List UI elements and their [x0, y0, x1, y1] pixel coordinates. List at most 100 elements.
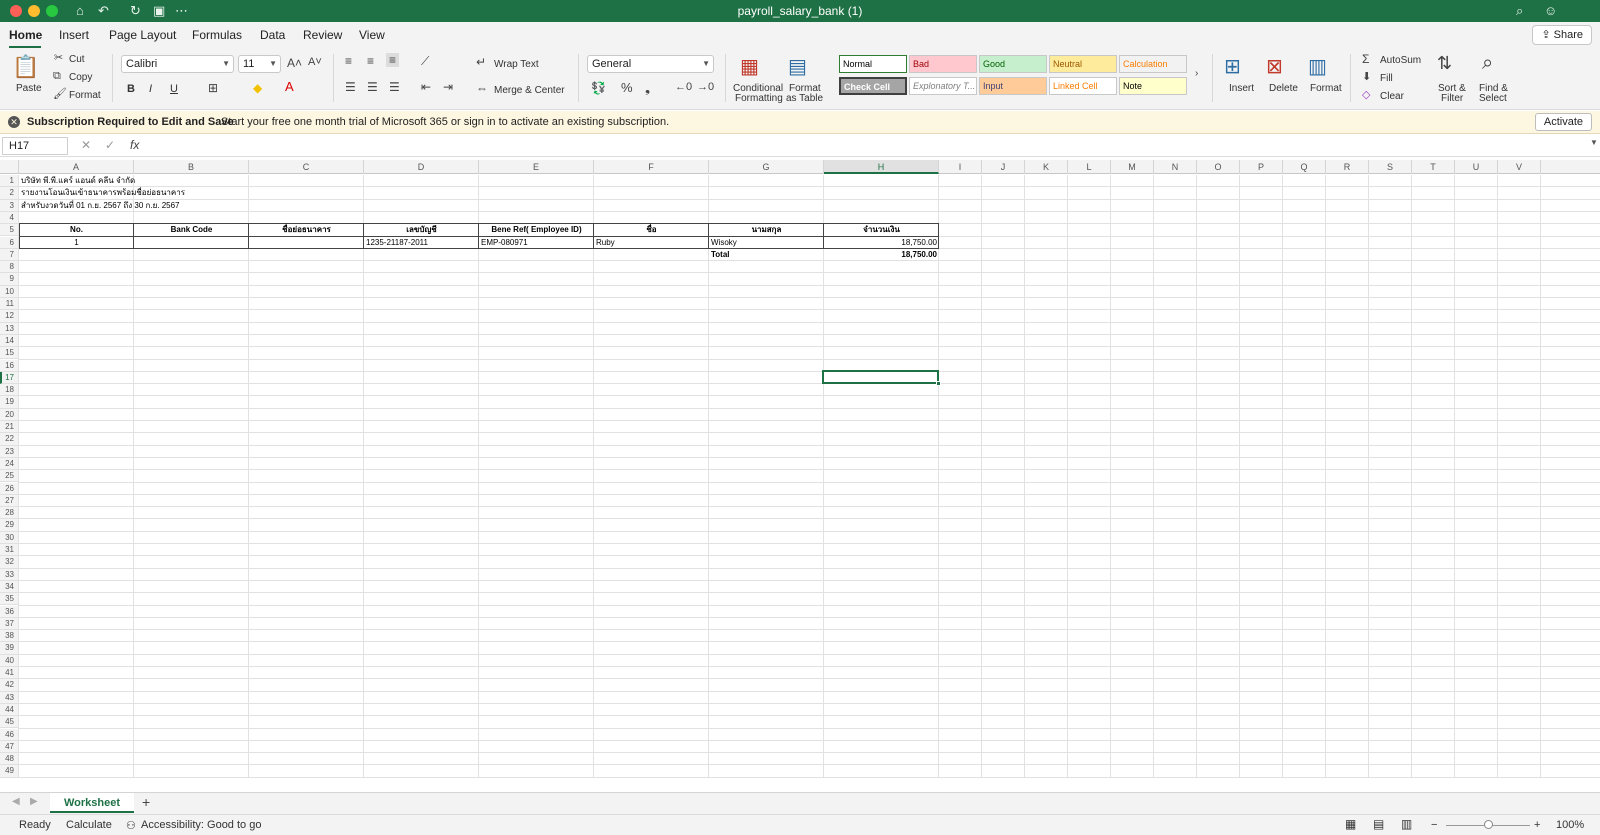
autosum-button[interactable]: AutoSum	[1380, 55, 1421, 66]
cell-style-note[interactable]: Note	[1119, 77, 1187, 95]
cell-style-input[interactable]: Input	[979, 77, 1047, 95]
decrease-indent-icon[interactable]: ⇤	[421, 80, 431, 94]
conditional-formatting-icon[interactable]: ▦	[740, 54, 759, 79]
select-all-corner[interactable]	[0, 160, 19, 174]
number-format-dropdown[interactable]: General ▼	[587, 55, 714, 73]
sort-filter-icon[interactable]: ⇅	[1437, 53, 1452, 74]
underline-button[interactable]: U	[170, 83, 178, 95]
zoom-slider-knob[interactable]	[1484, 820, 1493, 829]
column-header-a[interactable]: A	[19, 160, 134, 174]
column-header-j[interactable]: J	[982, 160, 1025, 174]
column-header-s[interactable]: S	[1369, 160, 1412, 174]
merge-center-button[interactable]: Merge & Center	[494, 85, 565, 96]
row-header-8[interactable]: 8	[0, 261, 18, 274]
row-header-10[interactable]: 10	[0, 285, 18, 298]
row-header-43[interactable]: 43	[0, 691, 18, 704]
row-header-49[interactable]: 49	[0, 765, 18, 778]
table-data-cell[interactable]: 1	[19, 237, 134, 249]
table-header-cell[interactable]: เลขบัญชี	[364, 224, 479, 236]
normal-view-icon[interactable]: ▦	[1345, 817, 1356, 831]
table-data-cell[interactable]: 1235-21187-2011	[364, 237, 479, 249]
row-header-25[interactable]: 25	[0, 470, 18, 483]
column-header-l[interactable]: L	[1068, 160, 1111, 174]
page-break-view-icon[interactable]: ▥	[1401, 817, 1412, 831]
row-header-20[interactable]: 20	[0, 408, 18, 421]
find-select-icon[interactable]: ⌕	[1482, 52, 1493, 75]
sheet-tab-worksheet[interactable]: Worksheet	[50, 793, 135, 813]
insert-cells-button[interactable]: Insert	[1229, 83, 1254, 94]
borders-icon[interactable]: ⊞	[208, 81, 218, 95]
align-bottom-icon[interactable]: ≡	[386, 53, 400, 67]
font-size-dropdown[interactable]: 11 ▼	[238, 55, 281, 73]
align-center-icon[interactable]: ☰	[367, 80, 378, 94]
cell-report-title[interactable]: รายงานโอนเงินเข้าธนาคารพร้อมชื่อย่อธนาคา…	[19, 187, 479, 199]
wrap-text-button[interactable]: Wrap Text	[494, 59, 539, 70]
column-header-c[interactable]: C	[249, 160, 364, 174]
delete-cells-icon[interactable]: ⊠	[1266, 54, 1283, 79]
table-header-cell[interactable]: ชื่อย่อธนาคาร	[249, 224, 364, 236]
bold-button[interactable]: B	[127, 83, 135, 95]
row-header-47[interactable]: 47	[0, 740, 18, 754]
format-painter-icon[interactable]: 🖌	[53, 87, 67, 100]
calculate-button[interactable]: Calculate	[66, 819, 112, 831]
tab-page-layout[interactable]: Page Layout	[109, 28, 176, 42]
column-header-k[interactable]: K	[1025, 160, 1068, 174]
tab-view[interactable]: View	[359, 28, 385, 42]
row-header-7[interactable]: 7	[0, 248, 18, 262]
row-header-39[interactable]: 39	[0, 642, 18, 655]
column-header-f[interactable]: F	[594, 160, 709, 174]
cell-style-good[interactable]: Good	[979, 55, 1047, 73]
decrease-decimal-icon[interactable]: →0	[697, 81, 714, 93]
cell-style-bad[interactable]: Bad	[909, 55, 977, 73]
cell-style-check-cell[interactable]: Check Cell	[839, 77, 907, 95]
row-header-12[interactable]: 12	[0, 310, 18, 323]
column-header-b[interactable]: B	[134, 160, 249, 174]
currency-icon[interactable]: 💱	[591, 81, 606, 95]
column-header-v[interactable]: V	[1498, 160, 1541, 174]
row-header-36[interactable]: 36	[0, 605, 18, 618]
zoom-in-icon[interactable]: +	[1534, 819, 1540, 831]
column-header-u[interactable]: U	[1455, 160, 1498, 174]
clear-icon[interactable]: ◇	[1362, 88, 1370, 101]
row-header-42[interactable]: 42	[0, 679, 18, 692]
row-header-46[interactable]: 46	[0, 728, 18, 741]
table-data-cell[interactable]: 18,750.00	[824, 237, 939, 249]
zoom-out-icon[interactable]: −	[1431, 819, 1437, 831]
align-left-icon[interactable]: ☰	[345, 80, 356, 94]
merge-icon[interactable]: ⇔	[476, 81, 488, 95]
tab-home[interactable]: Home	[9, 28, 42, 42]
cell-style-neutral[interactable]: Neutral	[1049, 55, 1117, 73]
cell-style-linked-cell[interactable]: Linked Cell	[1049, 77, 1117, 95]
row-header-16[interactable]: 16	[0, 359, 18, 372]
table-header-cell[interactable]: Bank Code	[134, 224, 249, 236]
align-top-icon[interactable]: ≡	[345, 54, 352, 68]
accessibility-status[interactable]: Accessibility: Good to go	[141, 819, 261, 831]
table-header-cell[interactable]: นามสกุล	[709, 224, 824, 236]
row-header-32[interactable]: 32	[0, 556, 18, 569]
increase-font-icon[interactable]: A˄	[287, 56, 302, 70]
cancel-icon[interactable]: ✕	[81, 138, 91, 152]
search-icon[interactable]: ⌕	[1516, 2, 1523, 20]
table-data-cell[interactable]	[134, 237, 249, 249]
fill-handle[interactable]	[936, 381, 941, 387]
clear-button[interactable]: Clear	[1380, 91, 1404, 102]
row-header-22[interactable]: 22	[0, 433, 18, 446]
row-header-5[interactable]: 5	[0, 224, 18, 237]
fill-color-icon[interactable]: ◆	[253, 81, 262, 95]
table-header-cell[interactable]: No.	[19, 224, 134, 236]
delete-cells-button[interactable]: Delete	[1269, 83, 1298, 94]
paste-icon[interactable]: 📋	[12, 54, 39, 80]
chevron-right-icon[interactable]: ›	[1195, 68, 1198, 79]
column-header-n[interactable]: N	[1154, 160, 1197, 174]
column-header-r[interactable]: R	[1326, 160, 1369, 174]
row-header-27[interactable]: 27	[0, 494, 18, 508]
italic-button[interactable]: I	[149, 83, 152, 95]
comma-style-icon[interactable]: ❟	[645, 80, 650, 96]
table-data-cell[interactable]: EMP-080971	[479, 237, 594, 249]
increase-indent-icon[interactable]: ⇥	[443, 80, 453, 94]
scroll-left-icon[interactable]: ◀	[12, 796, 20, 807]
page-layout-view-icon[interactable]: ▤	[1373, 817, 1384, 831]
format-cells-icon[interactable]: ▥	[1308, 54, 1327, 79]
zoom-level[interactable]: 100%	[1556, 819, 1584, 831]
copy-button[interactable]: Copy	[69, 72, 92, 83]
